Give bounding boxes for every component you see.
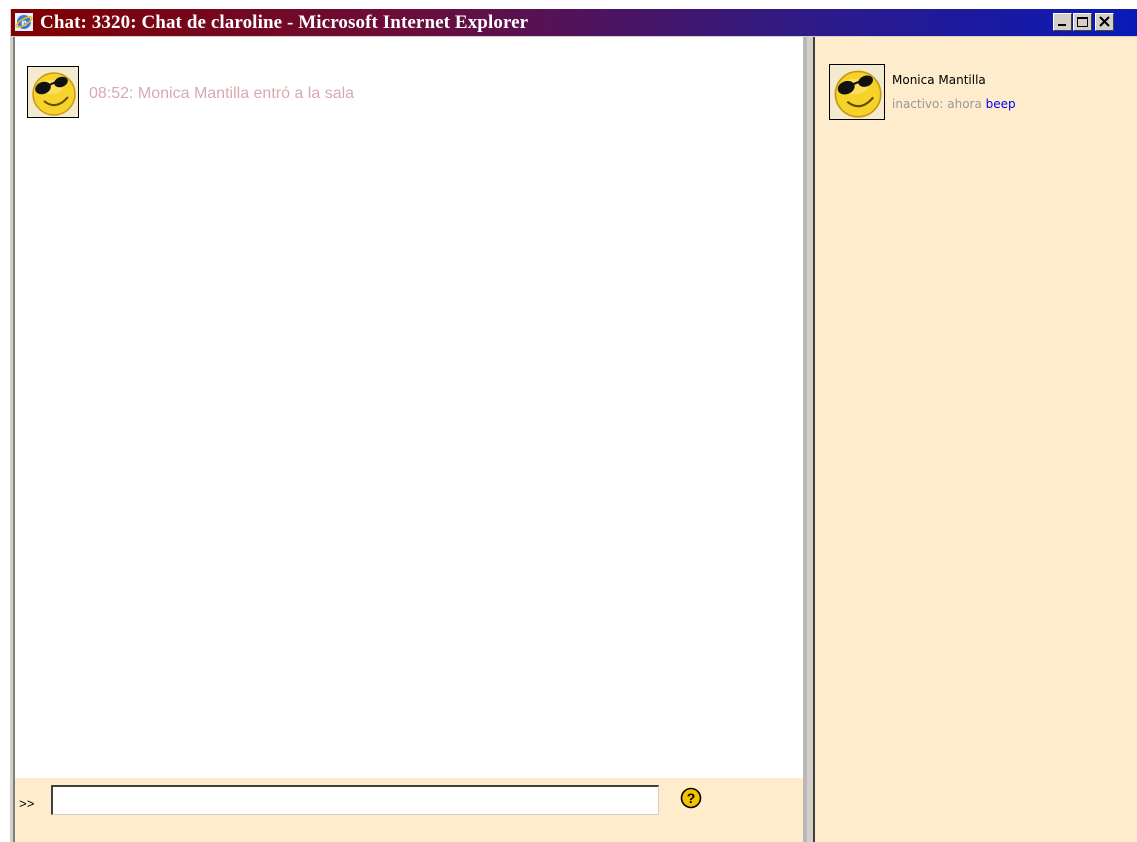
maximize-button[interactable] [1073,13,1092,31]
smiley-sunglasses-icon [830,65,884,119]
minimize-button[interactable] [1053,13,1072,31]
users-pane: Monica Mantilla inactivo: ahora beep [815,37,1137,842]
smiley-sunglasses-icon [28,67,78,117]
browser-window: e Chat: 3320: Chat de claroline - Micros… [10,9,1137,842]
close-icon [1099,16,1110,27]
title-bar[interactable]: e Chat: 3320: Chat de claroline - Micros… [11,9,1137,36]
chat-messages-pane[interactable]: 08:52: Monica Mantilla entró a la sala >… [13,37,803,842]
message-avatar [27,66,79,118]
svg-text:?: ? [687,790,696,806]
message-input[interactable] [51,785,659,815]
maximize-icon [1077,17,1088,27]
window-title: Chat: 3320: Chat de claroline - Microsof… [40,12,529,33]
ie-icon: e [15,13,33,31]
system-message: 08:52: Monica Mantilla entró a la sala [89,85,355,102]
user-status: inactivo: ahora beep [892,97,1016,111]
input-prompt: >> [19,797,35,812]
help-icon: ? [680,787,702,809]
message-input-bar: >> ? [15,778,803,842]
help-button[interactable]: ? [680,787,702,814]
user-name: Monica Mantilla [892,73,986,87]
pane-splitter[interactable] [803,37,815,842]
user-idle-status: inactivo: ahora [892,97,982,111]
beep-link[interactable]: beep [986,97,1016,111]
minimize-icon [1058,24,1066,26]
close-button[interactable] [1095,13,1114,31]
user-avatar [829,64,885,120]
